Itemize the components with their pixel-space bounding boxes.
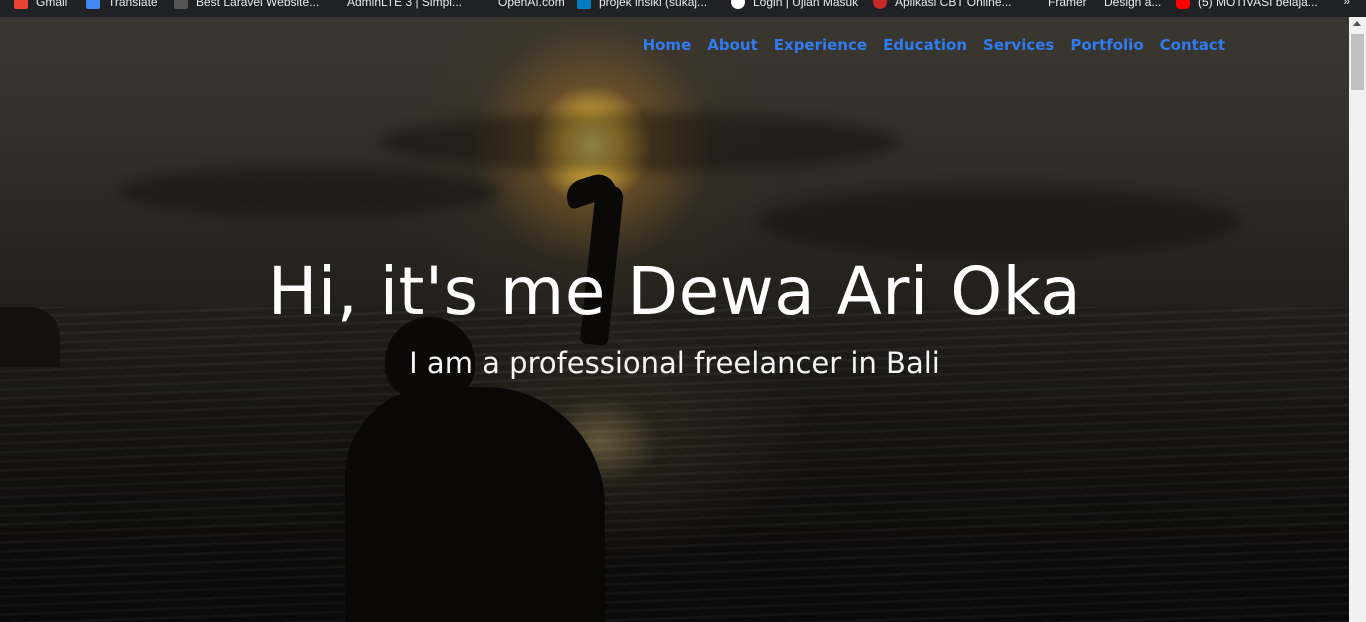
design-icon <box>1090 0 1096 9</box>
nav-portfolio[interactable]: Portfolio <box>1070 36 1143 54</box>
nav-services[interactable]: Services <box>983 36 1054 54</box>
cloud-shape <box>380 112 900 172</box>
laravel-icon <box>174 0 188 9</box>
bookmark-framer[interactable]: Framer <box>1026 0 1087 10</box>
globe-icon <box>731 0 745 9</box>
hero-section: Home About Experience Education Services… <box>0 17 1349 622</box>
bookmark-adminlte[interactable]: AdminLTE 3 | Simpl... <box>325 0 462 10</box>
bookmark-translate[interactable]: Translate <box>86 0 158 10</box>
bookmark-youtube[interactable]: (5) MOTIVASI belaja... <box>1176 0 1318 10</box>
bookmark-laravel[interactable]: Best Laravel Website... <box>174 0 319 10</box>
nav-experience[interactable]: Experience <box>774 36 867 54</box>
adminlte-icon <box>325 0 339 9</box>
nav-education[interactable]: Education <box>883 36 967 54</box>
scroll-thumb[interactable] <box>1351 34 1364 90</box>
cloud-shape <box>120 167 500 217</box>
body-silhouette <box>345 387 605 622</box>
translate-icon <box>86 0 100 9</box>
framer-icon <box>1026 0 1040 9</box>
scroll-up-arrow-icon[interactable] <box>1353 21 1361 26</box>
nav-home[interactable]: Home <box>643 36 692 54</box>
page-scrollbar[interactable] <box>1349 17 1366 622</box>
bookmark-design[interactable]: Design a... <box>1090 0 1161 10</box>
bookmark-login[interactable]: Login | Ujian Masuk <box>731 0 858 10</box>
bookmarks-overflow-chevron-icon[interactable]: » <box>1343 0 1350 8</box>
cbt-icon <box>873 0 887 9</box>
openai-icon <box>476 0 490 9</box>
nav-contact[interactable]: Contact <box>1160 36 1225 54</box>
bookmark-projek[interactable]: projek insiki (sukaj... <box>577 0 707 10</box>
bookmark-gmail[interactable]: Gmail <box>14 0 67 10</box>
bookmark-cbt[interactable]: Aplikasi CBT Online... <box>873 0 1012 10</box>
youtube-icon <box>1176 0 1190 9</box>
nav-about[interactable]: About <box>707 36 758 54</box>
bookmark-openai[interactable]: OpenAI.com <box>476 0 565 10</box>
hero-subline: I am a professional freelancer in Bali <box>409 346 940 380</box>
gmail-icon <box>14 0 28 9</box>
bookmarks-bar: Gmail Translate Best Laravel Website... … <box>0 0 1366 17</box>
hero-headline: Hi, it's me Dewa Ari Oka <box>267 253 1082 330</box>
main-nav: Home About Experience Education Services… <box>643 36 1225 54</box>
trello-icon <box>577 0 591 9</box>
cloud-shape <box>760 187 1240 257</box>
